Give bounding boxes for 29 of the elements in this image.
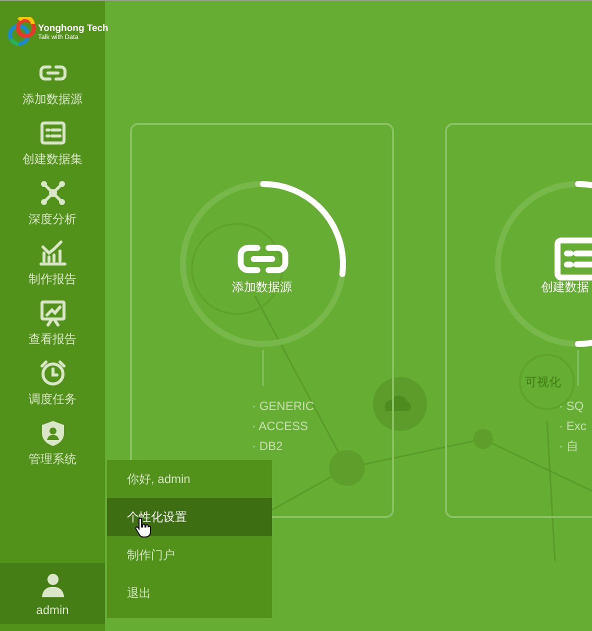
sidebar-item[interactable]: 调度任务 xyxy=(0,353,105,413)
cloud-icon xyxy=(384,396,411,411)
card-title[interactable]: 创建数据 xyxy=(541,279,589,296)
sidebar-item[interactable]: 深度分析 xyxy=(0,173,105,233)
sidebar-item[interactable]: 查看报告 xyxy=(0,293,105,353)
list-item: · Exc xyxy=(559,419,586,433)
menu-item[interactable]: 退出 xyxy=(107,574,272,612)
list-item: · 自 xyxy=(559,439,580,453)
sidebar-item[interactable]: 创建数据集 xyxy=(0,113,105,173)
presentation-board-icon xyxy=(38,298,66,326)
list-item: · DB2 xyxy=(252,439,284,453)
connector-line xyxy=(577,350,579,386)
user-icon xyxy=(40,572,66,598)
brand-name: Yonghong Tech xyxy=(38,23,108,34)
alarm-clock-icon xyxy=(38,358,66,386)
sidebar-item[interactable]: 添加数据源 xyxy=(0,53,105,113)
sidebar-item[interactable]: 制作报告 xyxy=(0,233,105,293)
list-item: · ACCESS xyxy=(252,419,310,433)
connector-line xyxy=(262,350,264,386)
network-icon xyxy=(38,178,66,206)
user-account-item[interactable]: admin xyxy=(0,563,105,624)
menu-item[interactable]: 制作门户 xyxy=(107,536,272,574)
list-item: · GENERIC xyxy=(252,399,314,413)
list-item: · SQ xyxy=(559,399,585,413)
logo-icon xyxy=(7,17,37,47)
bar-chart-icon xyxy=(38,238,66,266)
sidebar-item[interactable]: 管理系统 xyxy=(0,413,105,473)
list-form-icon xyxy=(38,118,66,146)
card-title[interactable]: 添加数据源 xyxy=(232,279,292,296)
